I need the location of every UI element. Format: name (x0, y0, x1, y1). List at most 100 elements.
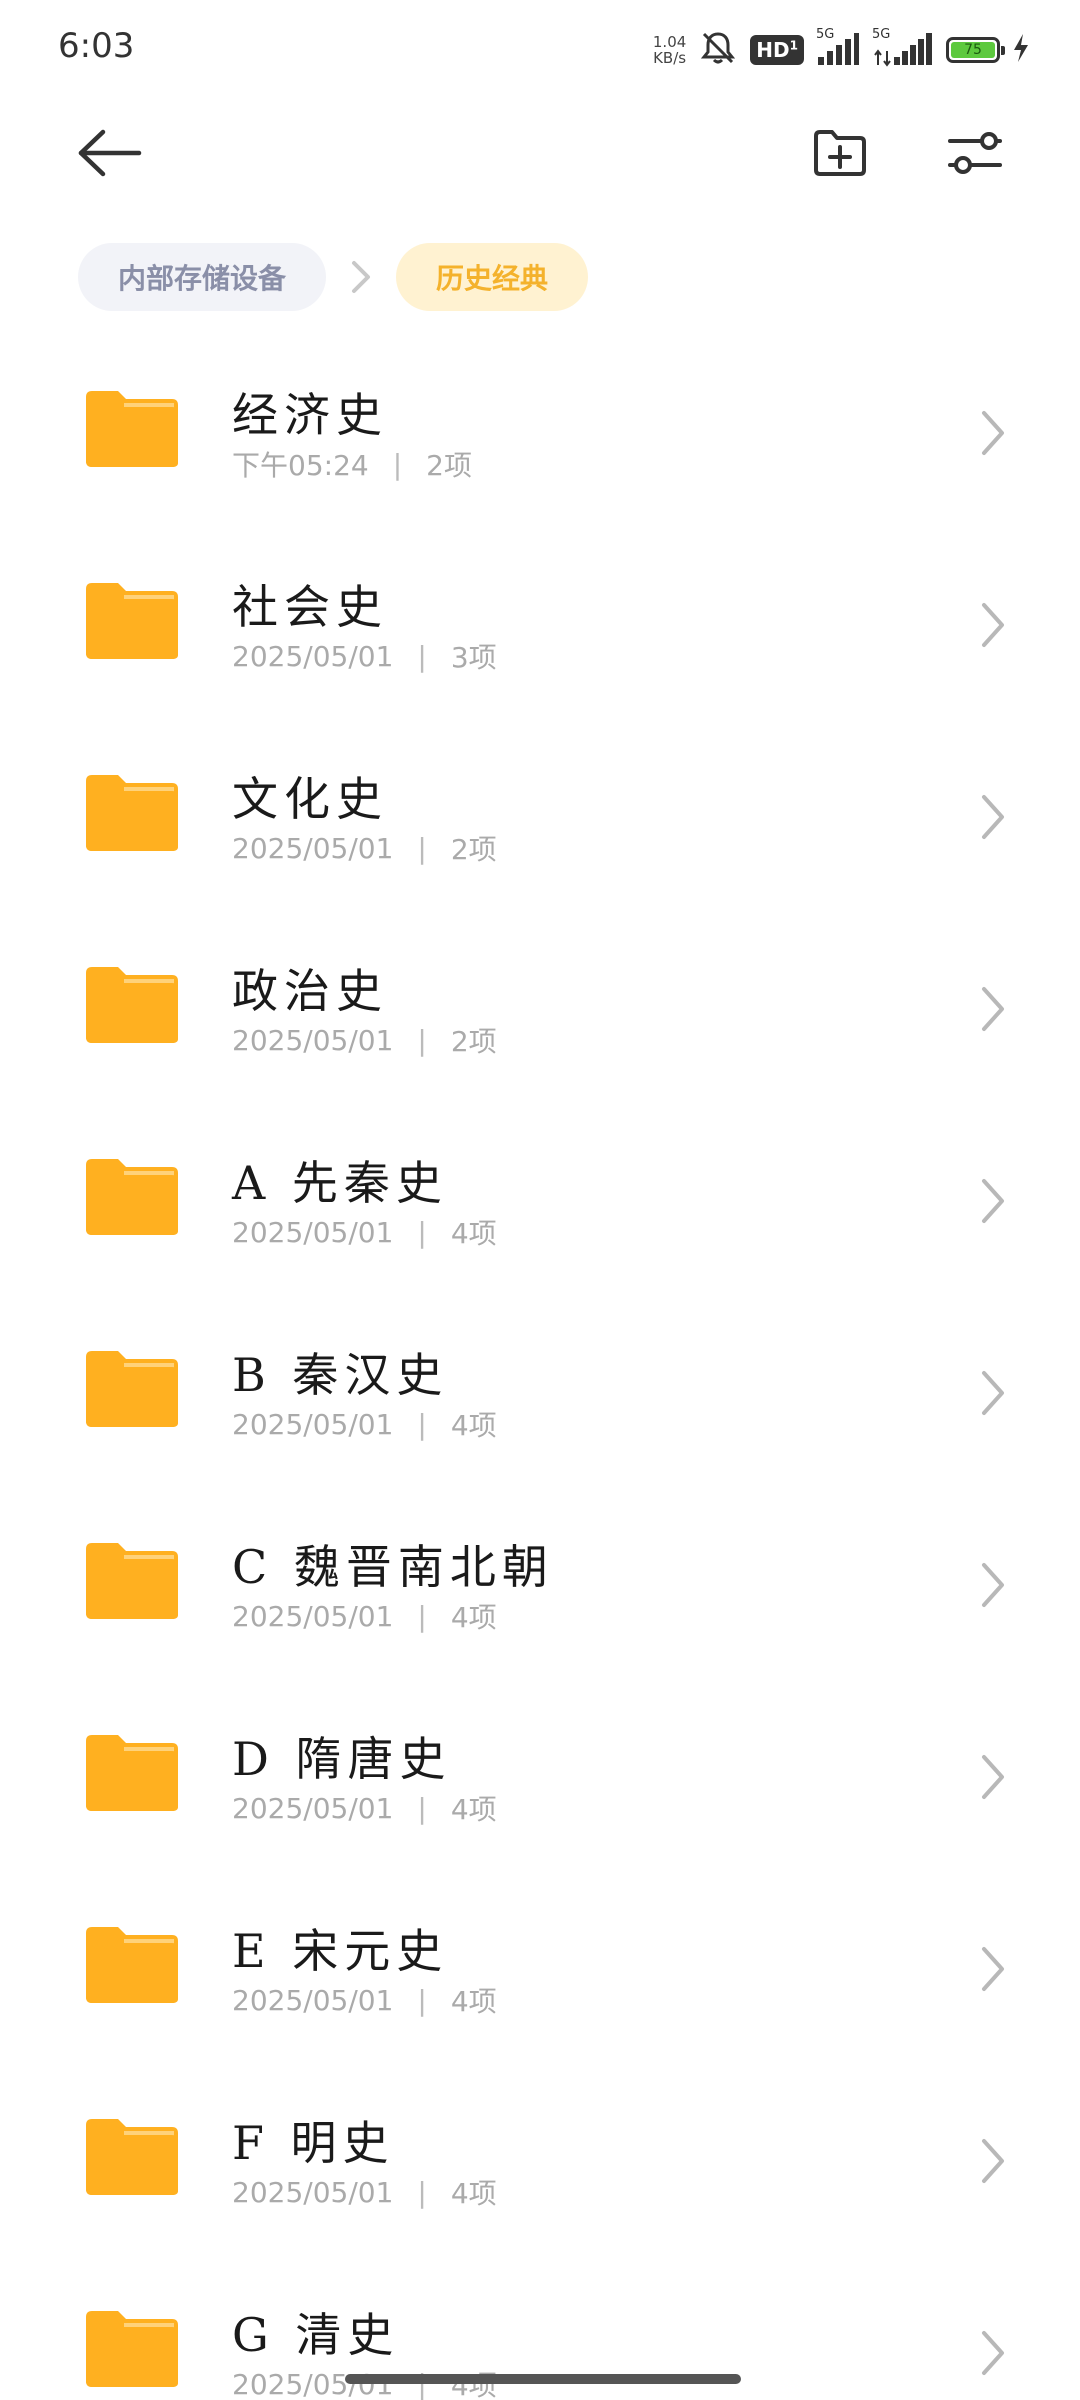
folder-date: 下午05:24 (232, 449, 369, 482)
chevron-right-icon (326, 243, 396, 311)
folder-name: C 魏晋南北朝 (232, 1540, 554, 1594)
folder-item-count: 2项 (426, 449, 472, 482)
breadcrumb-root[interactable]: 内部存储设备 (78, 243, 327, 311)
chevron-right-icon (972, 2327, 1012, 2379)
folder-icon (84, 773, 180, 853)
folder-item-count: 4项 (450, 1217, 497, 1250)
network-speed-value: 1.04 (652, 33, 687, 51)
signal-icon: 5G (872, 27, 934, 67)
breadcrumb: 内部存储设备 历史经典 (78, 242, 589, 312)
folder-icon (84, 581, 180, 661)
chevron-right-icon (972, 407, 1012, 459)
folder-icon (84, 1541, 180, 1621)
meta-separator: | (417, 1215, 427, 1249)
list-item[interactable]: C 魏晋南北朝 2025/05/01 | 4项 (0, 1489, 1080, 1681)
meta-separator: | (417, 639, 427, 673)
folder-item-count: 2项 (450, 833, 497, 866)
folder-meta: 2025/05/01 | 4项 (232, 2172, 497, 2212)
filter-settings-button[interactable] (930, 110, 1020, 200)
folder-name: G 清史 (232, 2308, 400, 2362)
folder-meta: 2025/05/01 | 3项 (232, 636, 497, 676)
folder-icon (84, 2117, 180, 2197)
chevron-right-icon (972, 1943, 1012, 1995)
status-icons: 1.04 KB/s HD1 5G 5G 75 (653, 27, 1030, 70)
folder-meta: 2025/05/01 | 4项 (232, 1980, 497, 2020)
chevron-right-icon (972, 2135, 1012, 2187)
folder-icon (84, 1349, 180, 1429)
chevron-right-icon (972, 1751, 1012, 1803)
meta-separator: | (417, 1983, 427, 2017)
folder-date: 2025/05/01 (232, 831, 394, 865)
battery-icon: 75 (946, 37, 1005, 63)
list-item[interactable]: E 宋元史 2025/05/01 | 4项 (0, 1873, 1080, 2065)
folder-date: 2025/05/01 (232, 1791, 394, 1825)
meta-separator: | (417, 831, 427, 865)
folder-item-count: 4项 (450, 1601, 497, 1634)
chevron-right-icon (972, 1367, 1012, 1419)
folder-icon (84, 1157, 180, 1237)
folder-name: 文化史 (232, 772, 388, 826)
folder-name: B 秦汉史 (232, 1348, 449, 1402)
signal-icon: 5G (816, 27, 860, 67)
list-item[interactable]: B 秦汉史 2025/05/01 | 4项 (0, 1297, 1080, 1489)
folder-date: 2025/05/01 (232, 1023, 394, 1057)
charging-icon (1012, 33, 1030, 67)
folder-meta: 2025/05/01 | 4项 (232, 1404, 497, 1444)
folder-date: 2025/05/01 (232, 1599, 394, 1633)
folder-list: 经济史 下午05:24 | 2项 社会史 2025/05/01 | 3项 文化史… (0, 337, 1080, 2400)
list-item[interactable]: 文化史 2025/05/01 | 2项 (0, 721, 1080, 913)
folder-name: D 隋唐史 (232, 1732, 452, 1786)
folder-name: 经济史 (232, 388, 388, 442)
folder-name: F 明史 (232, 2116, 395, 2170)
chevron-right-icon (972, 599, 1012, 651)
meta-separator: | (417, 1407, 427, 1441)
folder-item-count: 4项 (450, 1985, 497, 2018)
folder-meta: 下午05:24 | 2项 (232, 444, 472, 484)
battery-level: 75 (951, 42, 995, 58)
chevron-right-icon (972, 1559, 1012, 1611)
meta-separator: | (417, 1791, 427, 1825)
list-item[interactable]: F 明史 2025/05/01 | 4项 (0, 2065, 1080, 2257)
folder-date: 2025/05/01 (232, 1407, 394, 1441)
folder-meta: 2025/05/01 | 2项 (232, 1020, 497, 1060)
folder-icon (84, 965, 180, 1045)
new-folder-button[interactable] (795, 110, 885, 200)
list-item[interactable]: 政治史 2025/05/01 | 2项 (0, 913, 1080, 1105)
network-speed: 1.04 KB/s (653, 34, 686, 66)
folder-icon (84, 389, 180, 469)
folder-name: A 先秦史 (232, 1156, 448, 1210)
filter-settings-icon (947, 125, 1003, 185)
folder-item-count: 4项 (450, 1793, 497, 1826)
folder-item-count: 3项 (450, 641, 497, 674)
chevron-right-icon (972, 1175, 1012, 1227)
folder-meta: 2025/05/01 | 4项 (232, 1596, 497, 1636)
chevron-right-icon (972, 791, 1012, 843)
meta-separator: | (392, 447, 403, 481)
back-arrow-icon (77, 128, 143, 182)
meta-separator: | (417, 1023, 427, 1057)
list-item[interactable]: D 隋唐史 2025/05/01 | 4项 (0, 1681, 1080, 1873)
hd-icon: HD1 (750, 35, 804, 65)
list-item[interactable]: 经济史 下午05:24 | 2项 (0, 337, 1080, 529)
folder-item-count: 4项 (450, 2177, 497, 2210)
home-indicator[interactable] (345, 2374, 741, 2384)
sim2-network-label: 5G (872, 27, 891, 42)
folder-date: 2025/05/01 (232, 1983, 394, 2017)
folder-name: 社会史 (232, 580, 388, 634)
breadcrumb-current[interactable]: 历史经典 (396, 243, 589, 311)
list-item[interactable]: 社会史 2025/05/01 | 3项 (0, 529, 1080, 721)
list-item[interactable]: A 先秦史 2025/05/01 | 4项 (0, 1105, 1080, 1297)
back-button[interactable] (65, 110, 155, 200)
folder-icon (84, 2309, 180, 2389)
status-bar: 6:03 1.04 KB/s HD1 5G 5G 75 (0, 0, 1080, 100)
new-folder-icon (812, 128, 868, 182)
folder-meta: 2025/05/01 | 4项 (232, 1788, 497, 1828)
mute-icon (698, 30, 738, 70)
folder-icon (84, 1733, 180, 1813)
folder-date: 2025/05/01 (232, 2175, 394, 2209)
chevron-right-icon (972, 983, 1012, 1035)
folder-date: 2025/05/01 (232, 1215, 394, 1249)
folder-icon (84, 1925, 180, 2005)
folder-item-count: 2项 (450, 1025, 497, 1058)
sim1-network-label: 5G (816, 27, 835, 42)
